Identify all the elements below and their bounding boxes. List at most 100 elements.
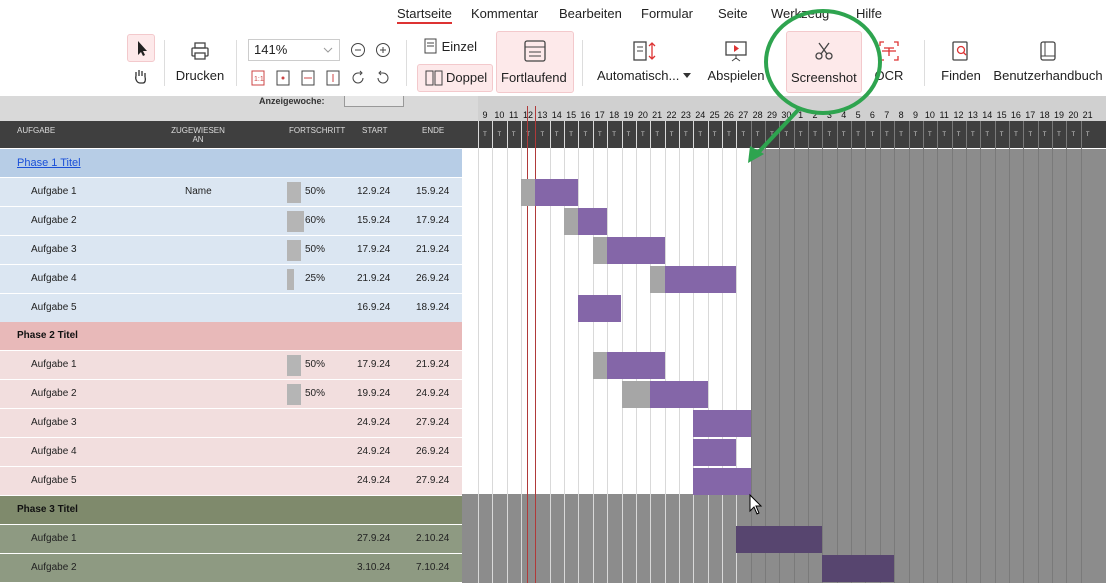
- separator: [924, 40, 925, 86]
- day-gridline: [1037, 121, 1039, 583]
- task-done-bar: [592, 236, 608, 264]
- double-label: Doppel: [446, 70, 488, 85]
- task-row: Aufgabe 4 24.9.24 26.9.24: [0, 438, 462, 467]
- chevron-down-icon: [323, 47, 333, 53]
- week-label: Anzeigewoche:: [259, 96, 325, 106]
- task-row: Aufgabe 2 50% 19.9.24 24.9.24: [0, 380, 462, 410]
- end-date: 27.9.24: [416, 474, 450, 486]
- progress-bar: [287, 355, 301, 377]
- tab-startseite[interactable]: Startseite: [397, 6, 452, 24]
- zoom-select[interactable]: 141%: [248, 39, 340, 61]
- end-date: 24.9.24: [416, 388, 450, 400]
- day-letter: T: [727, 132, 731, 138]
- progress-value: 60%: [305, 214, 326, 226]
- day-number: 10: [494, 110, 505, 120]
- col-task-header: AUFGABE: [17, 126, 56, 135]
- ribbon-toolbar: Startseite Kommentar Bearbeiten Formular…: [0, 0, 1106, 96]
- end-date: 26.9.24: [416, 446, 450, 457]
- start-date: 21.9.24: [357, 272, 391, 284]
- day-gridline: [965, 121, 967, 583]
- zoom-out-button[interactable]: [349, 41, 367, 59]
- day-letter: T: [985, 132, 990, 138]
- end-date: 27.9.24: [416, 417, 450, 429]
- tab-werkzeug[interactable]: Werkzeug: [771, 6, 829, 21]
- task-row: Aufgabe 2 3.10.24 7.10.24: [0, 553, 462, 583]
- ocr-button[interactable]: OCR: [872, 40, 906, 83]
- progress-value: 50%: [305, 388, 326, 400]
- task-name: Aufgabe 4: [31, 272, 77, 284]
- user-manual-button[interactable]: Benutzerhandbuch: [992, 40, 1104, 83]
- phase-title[interactable]: Phase 1 Titel: [17, 157, 81, 169]
- day-letter: T: [1028, 132, 1033, 138]
- end-date: 17.9.24: [416, 214, 450, 226]
- find-button[interactable]: Finden: [938, 40, 984, 83]
- week-input[interactable]: [344, 96, 404, 107]
- tab-formular[interactable]: Formular: [641, 6, 693, 21]
- zoom-out-icon: [351, 43, 365, 57]
- week-strip: [0, 96, 477, 121]
- task-name: Aufgabe 2: [31, 388, 77, 400]
- single-page-icon: [424, 38, 437, 54]
- day-number: 7: [884, 110, 890, 120]
- fit-page-button[interactable]: [274, 69, 292, 87]
- task-name: Aufgabe 1: [31, 185, 77, 197]
- day-gridline: [1023, 121, 1025, 583]
- tab-seite[interactable]: Seite: [718, 6, 748, 21]
- select-tool-button[interactable]: [127, 34, 155, 62]
- rotate-left-button[interactable]: [374, 69, 392, 87]
- screenshot-button[interactable]: Screenshot: [786, 31, 862, 93]
- day-number: 23: [680, 110, 691, 120]
- day-gridline: [492, 121, 494, 583]
- day-number: 19: [1053, 110, 1064, 120]
- double-page-button[interactable]: Doppel: [417, 64, 493, 92]
- day-letter: T: [641, 132, 645, 138]
- dropdown-arrow-icon: [683, 73, 691, 78]
- print-button[interactable]: Drucken: [174, 40, 226, 83]
- start-date: 24.9.24: [357, 446, 391, 457]
- rotate-right-button[interactable]: [349, 69, 367, 87]
- assigned-to: Name: [185, 185, 212, 197]
- phase-title: Phase 2 Titel: [17, 330, 78, 342]
- auto-scroll-icon: [633, 41, 656, 61]
- play-button[interactable]: Abspielen: [704, 40, 768, 83]
- tab-bearbeiten[interactable]: Bearbeiten: [559, 6, 622, 21]
- continuous-button[interactable]: Fortlaufend: [496, 31, 574, 93]
- col-assigned-header: ZUGEWIESEN AN: [171, 126, 225, 144]
- zoom-in-button[interactable]: [374, 41, 392, 59]
- zoom-value: 141%: [254, 42, 288, 57]
- start-date: 24.9.24: [357, 474, 391, 486]
- timeline: 9T10T11T12T13T14T15T16T17T18T19T20T21T22…: [462, 96, 1106, 583]
- col-progress-header: FORTSCHRITT: [289, 126, 346, 135]
- day-letter: T: [1042, 132, 1047, 138]
- actual-size-icon: 1:1: [251, 70, 265, 86]
- task-duration-bar: [607, 236, 665, 264]
- auto-scroll-button[interactable]: Automatisch...: [596, 40, 692, 83]
- actual-size-button[interactable]: 1:1: [249, 69, 267, 87]
- hand-tool-button[interactable]: [131, 67, 149, 85]
- day-number: 11: [509, 110, 519, 120]
- day-gridline: [793, 121, 795, 583]
- day-number: 1: [798, 110, 804, 120]
- phase-header-row: Phase 1 Titel: [0, 149, 462, 178]
- day-letter: T: [999, 132, 1004, 138]
- day-gridline: [736, 121, 738, 583]
- gantt-chart-sheet: Anzeigewoche: AUFGABE ZUGEWIESEN AN FORT…: [0, 96, 1106, 583]
- day-number: 9: [912, 110, 918, 120]
- printer-icon: [191, 42, 209, 60]
- progress-bar: [287, 239, 301, 261]
- fit-visible-button[interactable]: [324, 69, 342, 87]
- fit-visible-icon: [326, 70, 340, 86]
- day-letter: T: [956, 132, 961, 138]
- day-gridline: [808, 121, 810, 583]
- separator: [236, 40, 237, 86]
- tab-kommentar[interactable]: Kommentar: [471, 6, 538, 21]
- tab-hilfe[interactable]: Hilfe: [856, 6, 882, 21]
- day-number: 16: [580, 110, 591, 120]
- single-page-button[interactable]: Einzel: [424, 38, 484, 54]
- day-gridline: [721, 121, 723, 583]
- day-letter: T: [597, 132, 602, 138]
- separator: [582, 40, 583, 86]
- day-number: 15: [996, 110, 1007, 120]
- fit-width-button[interactable]: [299, 69, 317, 87]
- presentation-play-icon: [725, 41, 747, 62]
